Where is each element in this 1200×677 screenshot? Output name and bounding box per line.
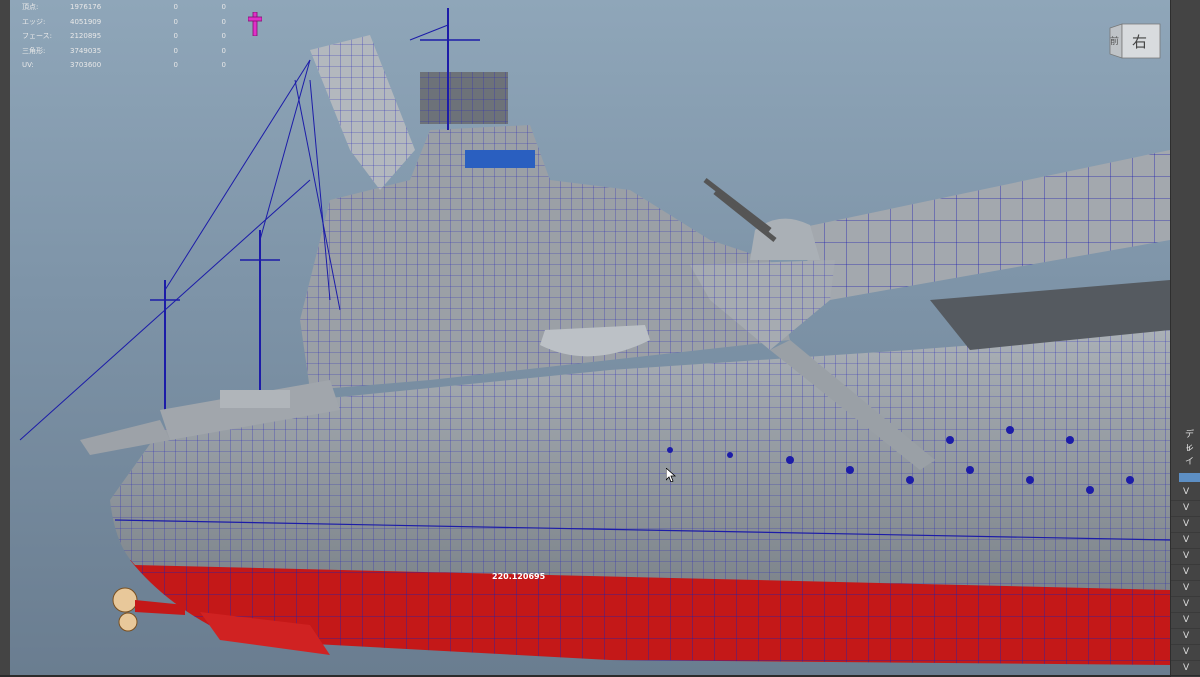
hud-other: 0 (221, 17, 226, 26)
pivot-icon[interactable] (248, 12, 262, 36)
3d-viewport[interactable]: 頂点: 1976176 0 0 エッジ: 4051909 0 0 フェース: 2… (10, 0, 1170, 675)
hud-label: エッジ: (22, 17, 46, 26)
dimension-readout: 220.120695 (492, 572, 546, 581)
layer-panel: ディ レイ V V V V V V V V V V V V (1170, 0, 1200, 677)
layer-visibility-toggle[interactable]: V (1171, 565, 1200, 581)
hud-other: 0 (221, 61, 226, 69)
left-toolbar-strip (0, 0, 10, 675)
hud-other: 0 (221, 32, 226, 40)
hud-selected: 0 (173, 32, 178, 40)
layer-visibility-toggle[interactable]: V (1171, 517, 1200, 533)
hud-selected: 0 (173, 61, 178, 69)
hud-row-faces: フェース: 2120895 0 0 (22, 29, 226, 44)
layer-visibility-toggle[interactable]: V (1171, 533, 1200, 549)
hud-label: 三角形: (22, 46, 46, 55)
hud-value: 3703600 (70, 61, 102, 69)
layer-visibility-toggle[interactable]: V (1171, 501, 1200, 517)
hud-label: 頂点: (22, 3, 39, 11)
layer-visibility-toggle[interactable]: V (1171, 629, 1200, 645)
hud-row-vertices: 頂点: 1976176 0 0 (22, 0, 226, 15)
layer-visibility-list: V V V V V V V V V V V V (1171, 485, 1200, 677)
layer-tab-label[interactable]: レイ (1185, 441, 1200, 467)
view-cube-icon[interactable]: 前 右 (1108, 22, 1162, 60)
hud-row-triangles: 三角形: 3749035 0 0 (22, 44, 226, 59)
hud-value: 2120895 (70, 32, 102, 40)
hud-selected: 0 (173, 46, 178, 55)
hud-value: 3749035 (70, 46, 102, 55)
view-cube-right-label: 右 (1132, 33, 1148, 51)
hud-other: 0 (221, 46, 226, 55)
hud-other: 0 (221, 3, 226, 11)
hud-selected: 0 (173, 17, 178, 26)
layer-visibility-toggle[interactable]: V (1171, 597, 1200, 613)
hud-row-edges: エッジ: 4051909 0 0 (22, 15, 226, 30)
poly-count-hud: 頂点: 1976176 0 0 エッジ: 4051909 0 0 フェース: 2… (22, 0, 226, 73)
layer-visibility-toggle[interactable]: V (1171, 549, 1200, 565)
layer-visibility-toggle[interactable]: V (1171, 613, 1200, 629)
layer-visibility-toggle[interactable]: V (1171, 581, 1200, 597)
hud-row-uvs: UV: 3703600 0 0 (22, 58, 226, 73)
selected-layer-highlight (1179, 473, 1200, 482)
ship-wireframe-model (19, 8, 1170, 665)
layer-visibility-toggle[interactable]: V (1171, 485, 1200, 501)
hud-value: 4051909 (70, 17, 102, 26)
hud-label: フェース: (22, 32, 53, 40)
view-cube-front-label: 前 (1110, 37, 1120, 47)
hud-label: UV: (22, 61, 34, 69)
layer-visibility-toggle[interactable]: V (1171, 645, 1200, 661)
hud-value: 1976176 (70, 3, 102, 11)
hud-selected: 0 (173, 3, 178, 11)
mouse-cursor-icon (666, 468, 676, 482)
